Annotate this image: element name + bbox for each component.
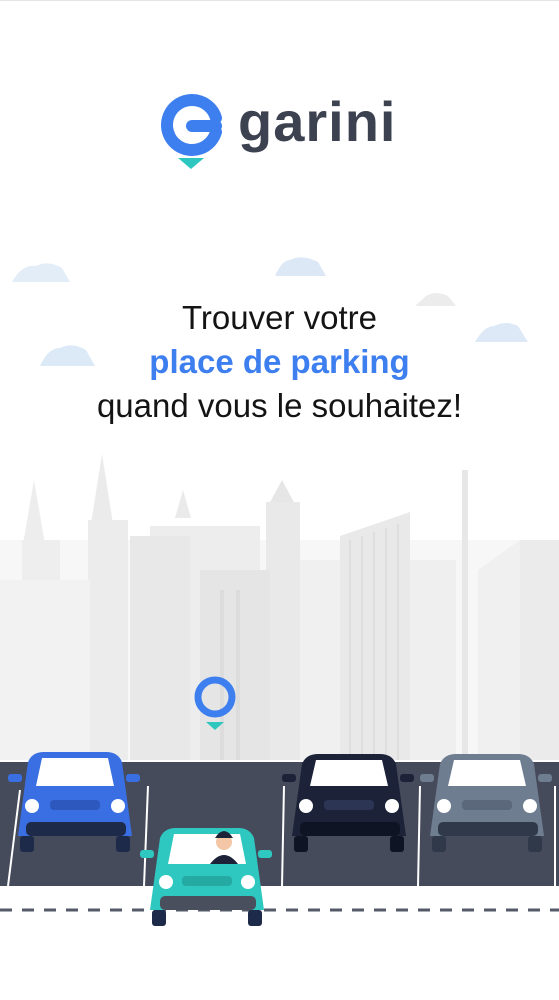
brand-name: garini: [238, 90, 397, 153]
parking-illustration: [0, 257, 559, 926]
cloud-icon: [415, 293, 456, 306]
city-skyline: [0, 454, 559, 760]
cloud-icon: [275, 257, 326, 276]
location-pin-g-icon: [161, 94, 222, 169]
brand-logo: garini: [158, 88, 408, 174]
cloud-icon: [40, 345, 95, 366]
cloud-icon: [12, 263, 70, 282]
cloud-icon: [475, 323, 528, 342]
top-divider: [0, 0, 559, 1]
